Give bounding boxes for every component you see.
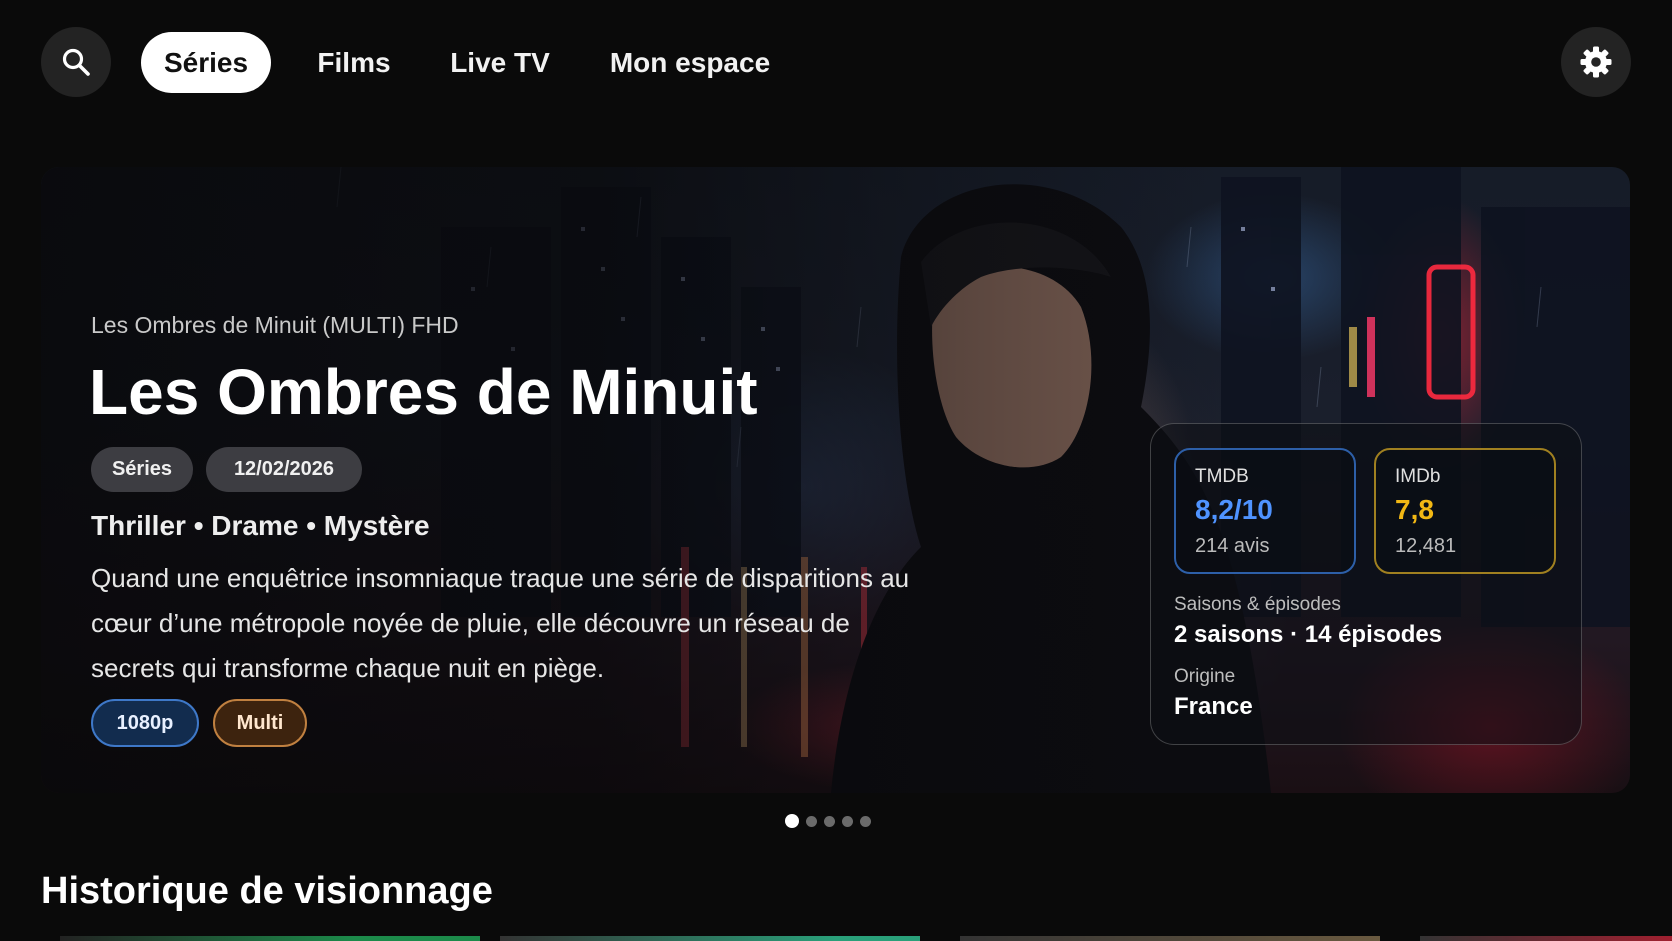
release-date-chip: 12/02/2026 [206, 447, 362, 492]
history-section-title: Historique de visionnage [41, 870, 493, 912]
history-card-thumbnail[interactable] [960, 936, 1380, 941]
language-badge: Multi [213, 699, 307, 747]
carousel-indicator [785, 814, 871, 828]
hero-title: Les Ombres de Minuit [89, 356, 758, 428]
imdb-label: IMDb [1395, 466, 1441, 487]
seasons-label: Saisons & épisodes [1174, 594, 1341, 615]
category-chip: Séries [91, 447, 193, 492]
featured-hero-banner[interactable]: Les Ombres de Minuit (MULTI) FHD Les Omb… [41, 167, 1630, 793]
tmdb-rating-card: TMDB 8,2/10 214 avis [1174, 448, 1356, 574]
synopsis-text: Quand une enquêtrice insomniaque traque … [91, 563, 910, 683]
tab-live-tv[interactable]: Live TV [437, 32, 563, 93]
carousel-dot[interactable] [860, 815, 871, 827]
search-button[interactable] [41, 27, 111, 97]
carousel-dot[interactable] [785, 814, 799, 828]
imdb-rating-card: IMDb 7,8 12,481 [1374, 448, 1556, 574]
carousel-dot[interactable] [806, 815, 817, 827]
imdb-vote-count: 12,481 [1395, 535, 1457, 557]
hero-subtitle: Les Ombres de Minuit (MULTI) FHD [91, 312, 459, 338]
gear-icon [1580, 46, 1612, 78]
origin-label: Origine [1174, 666, 1236, 687]
imdb-score: 7,8 [1395, 494, 1434, 525]
history-card-thumbnail[interactable] [1420, 936, 1672, 941]
search-icon [62, 48, 90, 76]
seasons-value: 2 saisons · 14 épisodes [1174, 621, 1443, 648]
carousel-dot[interactable] [842, 815, 853, 827]
tab-mon-espace[interactable]: Mon espace [594, 32, 786, 93]
tmdb-score: 8,2/10 [1195, 494, 1273, 525]
top-navigation: Séries Films Live TV Mon espace [0, 0, 1672, 126]
tmdb-label: TMDB [1195, 466, 1249, 487]
settings-button[interactable] [1561, 27, 1631, 97]
tmdb-review-count: 214 avis [1195, 535, 1270, 557]
resolution-badge: 1080p [91, 699, 199, 747]
tab-films[interactable]: Films [299, 32, 409, 93]
carousel-dot[interactable] [824, 815, 835, 827]
tab-series[interactable]: Séries [141, 32, 271, 93]
origin-value: France [1174, 693, 1253, 720]
genres-text: Thriller • Drame • Mystère [91, 510, 430, 541]
info-panel: TMDB 8,2/10 214 avis IMDb 7,8 12,481 Sai… [1150, 423, 1582, 745]
history-card-thumbnail[interactable] [60, 936, 480, 941]
history-card-thumbnail[interactable] [500, 936, 920, 941]
